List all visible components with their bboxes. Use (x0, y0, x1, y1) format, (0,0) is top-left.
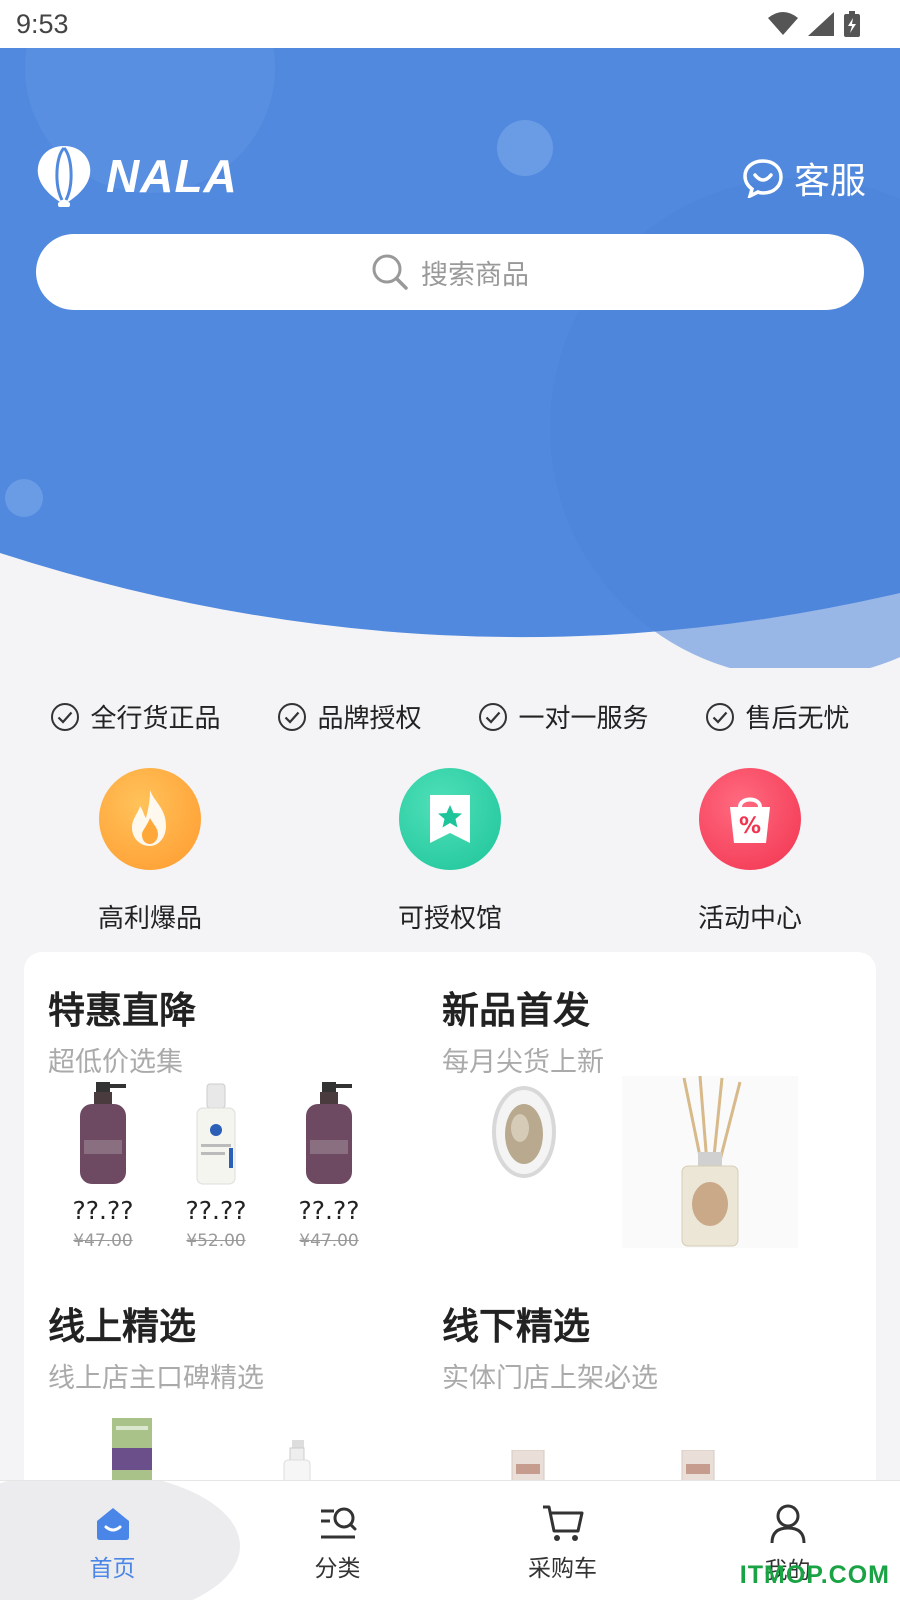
category-authorized-hall[interactable]: 可授权馆 (300, 768, 600, 935)
product-image (306, 1082, 352, 1184)
category-label: 可授权馆 (397, 904, 502, 934)
hero-background (0, 48, 900, 668)
customer-service-button[interactable]: 客服 (742, 152, 866, 204)
product-image (196, 1083, 236, 1185)
signal-icon (808, 12, 834, 36)
guarantee-item: 售后无忧 (705, 698, 850, 735)
shopping-bag-percent-icon: % (699, 768, 801, 870)
section-subtitle: 超低价选集 (48, 1047, 183, 1078)
status-time: 9:53 (16, 8, 69, 39)
guarantee-label: 售后无忧 (745, 704, 850, 734)
check-circle-icon (706, 702, 735, 731)
product-image (80, 1082, 126, 1184)
section-title: 线上精选 (48, 1305, 196, 1348)
product-original-price: ¥47.00 (299, 1231, 359, 1251)
cart-icon (542, 1505, 583, 1541)
category-label: 活动中心 (697, 904, 802, 934)
wifi-icon (768, 12, 798, 35)
section-title: 线下精选 (442, 1305, 590, 1348)
tab-category[interactable]: 分类 (225, 1481, 450, 1600)
guarantee-item: 一对一服务 (478, 698, 649, 735)
logo-text: NALA (106, 150, 238, 202)
search-bar[interactable]: 搜索商品 (36, 234, 864, 310)
section-subtitle: 线上店主口碑精选 (48, 1363, 264, 1394)
home-icon (96, 1508, 129, 1540)
guarantee-item: 全行货正品 (50, 698, 221, 735)
watermark: ITMOP.COM (739, 1561, 890, 1589)
nala-logo: NALA (36, 144, 238, 208)
fire-icon (99, 768, 201, 870)
section-title: 特惠直降 (48, 989, 196, 1032)
section-subtitle: 实体门店上架必选 (442, 1363, 658, 1394)
check-circle-icon (278, 702, 307, 731)
product-image-diffuser (622, 1075, 798, 1248)
category-hot-products[interactable]: 高利爆品 (0, 768, 300, 935)
section-online[interactable]: 线上精选 线上店主口碑精选 (48, 1296, 428, 1395)
product-image-locket (492, 1086, 556, 1178)
bottom-navigation: 首页 分类 采购车 我的 ITMOP.COM (0, 1480, 900, 1600)
guarantee-label: 品牌授权 (317, 704, 422, 734)
tab-label: 分类 (314, 1556, 361, 1582)
guarantee-label: 全行货正品 (90, 704, 221, 734)
balloon-logo-icon (37, 146, 91, 207)
bookmark-star-icon (399, 768, 501, 870)
tab-home[interactable]: 首页 (0, 1481, 225, 1600)
section-title: 新品首发 (442, 989, 590, 1032)
product-original-price: ¥47.00 (73, 1231, 133, 1251)
search-placeholder: 搜索商品 (421, 259, 529, 291)
category-search-icon (320, 1507, 356, 1539)
hero-banner: NALA 客服 搜索商品 (0, 48, 900, 668)
product-price: ??.?? (72, 1196, 134, 1225)
guarantee-row: 全行货正品 品牌授权 一对一服务 售后无忧 (0, 698, 900, 735)
chat-bubble-icon (743, 159, 783, 198)
product-price: ??.?? (185, 1196, 247, 1225)
category-label: 高利爆品 (97, 904, 202, 934)
product-item[interactable]: ??.?? ¥47.00 (274, 1082, 384, 1251)
guarantee-label: 一对一服务 (518, 704, 649, 734)
product-item[interactable]: ??.?? ¥52.00 (161, 1082, 271, 1251)
section-sale[interactable]: 特惠直降 超低价选集 (48, 980, 428, 1079)
customer-service-label: 客服 (793, 161, 866, 202)
category-shortcuts: 高利爆品 可授权馆 % 活动中心 (0, 768, 900, 935)
check-circle-icon (51, 702, 80, 731)
product-price: ??.?? (298, 1196, 360, 1225)
battery-icon (844, 11, 860, 37)
product-original-price: ¥52.00 (186, 1231, 246, 1251)
featured-card: 特惠直降 超低价选集 ??.?? ¥47.00 ??.?? ¥52.00 ??.… (24, 952, 876, 1512)
check-circle-icon (479, 702, 508, 731)
system-icons (768, 11, 860, 37)
status-bar: 9:53 (0, 0, 900, 48)
tab-label: 采购车 (528, 1556, 597, 1582)
user-icon (770, 1504, 805, 1544)
svg-text:%: % (739, 814, 761, 839)
category-activity-center[interactable]: % 活动中心 (600, 768, 900, 935)
tab-cart[interactable]: 采购车 (450, 1481, 675, 1600)
product-item[interactable]: ??.?? ¥47.00 (48, 1082, 158, 1251)
tab-label: 首页 (89, 1556, 136, 1582)
section-subtitle: 每月尖货上新 (442, 1047, 604, 1078)
guarantee-item: 品牌授权 (277, 698, 422, 735)
section-new[interactable]: 新品首发 每月尖货上新 (442, 980, 842, 1079)
search-icon (372, 254, 408, 290)
section-offline[interactable]: 线下精选 实体门店上架必选 (442, 1296, 842, 1395)
